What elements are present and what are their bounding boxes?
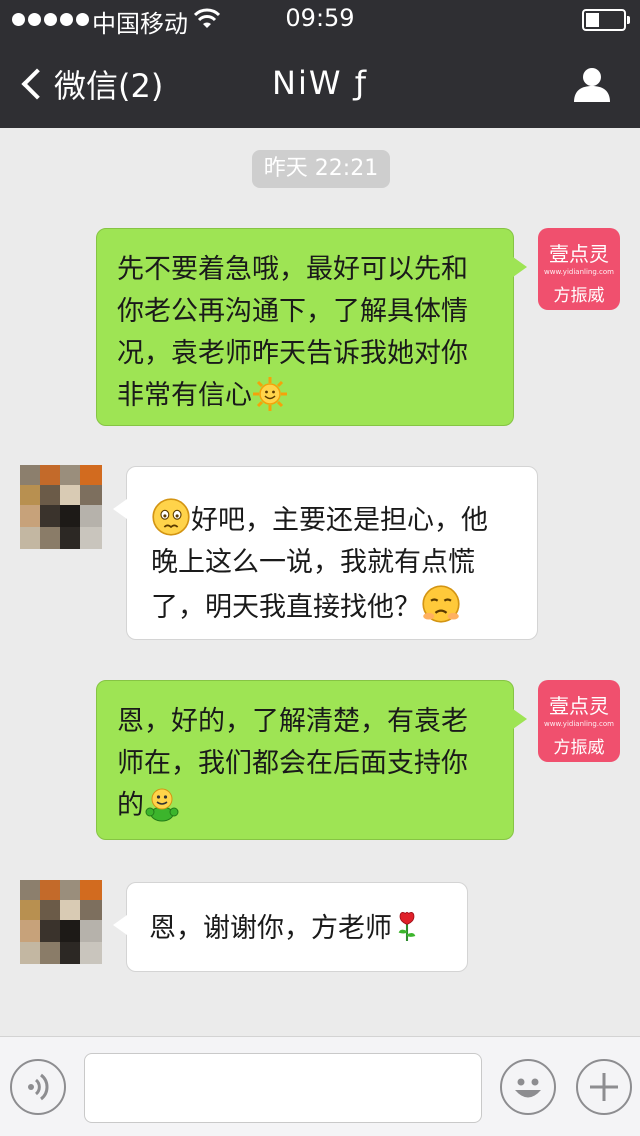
message-line: 恩，好的，了解清楚，有袁老 [117, 706, 468, 737]
brand-avatar[interactable]: 壹点灵 www.yidianling.com 方振威 [538, 228, 620, 310]
message-line: 师在，我们都会在后面支持你 [117, 748, 468, 779]
outgoing-message-bubble[interactable]: 先不要着急哦，最好可以先和 你老公再沟通下，了解具体情 况，袁老师昨天告诉我她对… [96, 228, 527, 426]
chat-title: NiW ƒ [272, 64, 368, 102]
voice-button[interactable] [10, 1059, 66, 1115]
brand-name: 壹点灵 [549, 694, 609, 718]
incoming-message-bubble[interactable]: 好吧，主要还是担心，他 晚上这么一说，我就有点慌 了，明天我直接找他？ [113, 466, 538, 640]
add-button[interactable] [576, 1059, 632, 1115]
cheering-person-emoji-icon [145, 788, 179, 822]
contact-avatar[interactable] [20, 465, 102, 549]
brand-person-name: 方振威 [553, 738, 605, 758]
outgoing-message-bubble[interactable]: 恩，好的，了解清楚，有袁老 师在，我们都会在后面支持你 的 [96, 680, 527, 840]
battery-icon [582, 9, 630, 31]
nav-bar: 微信(2) NiW ƒ [0, 40, 640, 128]
person-icon[interactable] [572, 64, 612, 104]
brand-avatar[interactable]: 壹点灵 www.yidianling.com 方振威 [538, 680, 620, 762]
status-time: 09:59 [285, 4, 355, 32]
message-line: 先不要着急哦，最好可以先和 [117, 254, 468, 285]
message-timestamp: 昨天 22:21 [252, 150, 390, 188]
incoming-message-bubble[interactable]: 恩，谢谢你，方老师 [113, 882, 468, 972]
message-input[interactable] [84, 1053, 482, 1123]
message-line: 你老公再沟通下，了解具体情 [117, 296, 468, 327]
contact-avatar[interactable] [20, 880, 102, 964]
worried-face-emoji-icon [152, 498, 190, 536]
brand-url: www.yidianling.com [544, 720, 614, 728]
input-bar [0, 1036, 640, 1136]
brand-url: www.yidianling.com [544, 268, 614, 276]
message-line: 晚上这么一说，我就有点慌 [151, 547, 475, 578]
rose-emoji-icon [398, 911, 416, 941]
pixelated-avatar-image [20, 465, 102, 549]
sun-emoji-icon [253, 377, 287, 411]
smiley-icon [515, 1078, 541, 1098]
message-line: 非常有信心 [117, 380, 252, 411]
message-line: 好吧，主要还是担心，他 [191, 505, 488, 536]
message-line: 恩，谢谢你，方老师 [149, 913, 392, 944]
brand-person-name: 方振威 [553, 286, 605, 306]
message-line: 了，明天我直接找他？ [151, 592, 421, 623]
emoji-button[interactable] [500, 1059, 556, 1115]
sad-face-emoji-icon [422, 585, 460, 623]
brand-name: 壹点灵 [549, 242, 609, 266]
voice-icon [28, 1073, 49, 1101]
pixelated-avatar-image [20, 880, 102, 964]
plus-icon [590, 1073, 618, 1101]
message-line: 的 [117, 790, 144, 821]
message-line: 况，袁老师昨天告诉我她对你 [117, 338, 468, 369]
status-bar: 中国移动 09:59 [0, 0, 640, 40]
